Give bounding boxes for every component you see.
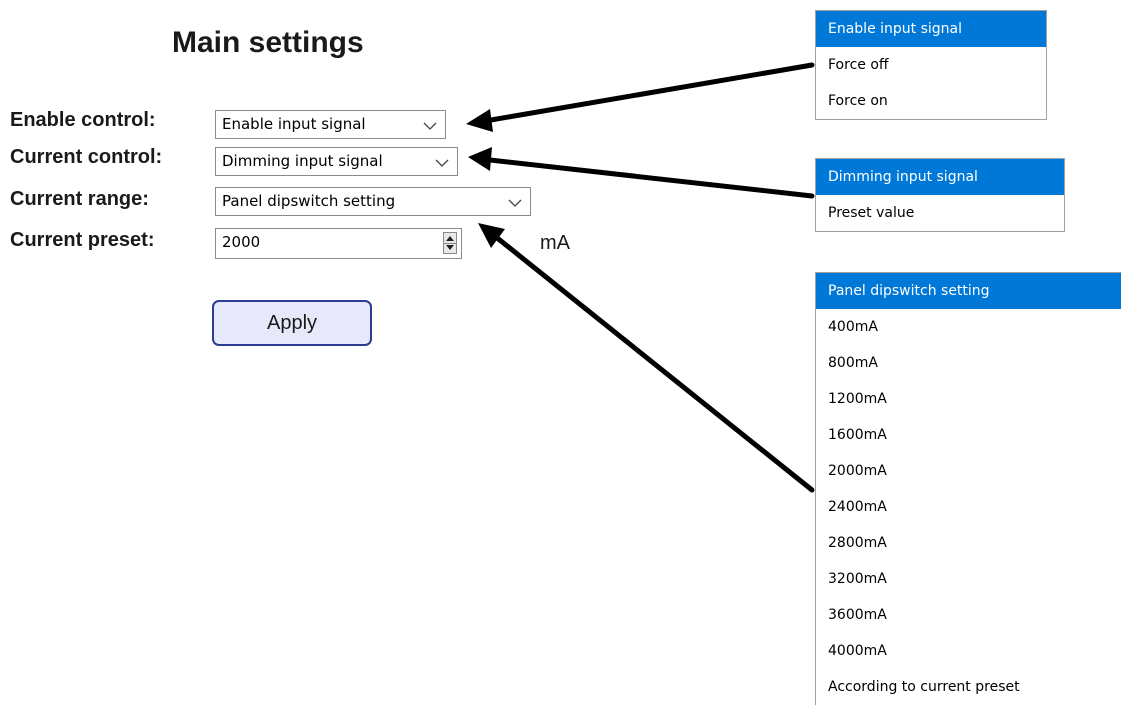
arrow-line-current-range bbox=[493, 234, 815, 493]
arrow-head-current-range bbox=[478, 223, 505, 248]
arrow-line-current-control bbox=[487, 157, 815, 199]
arrow-line-enable bbox=[482, 62, 815, 124]
annotation-arrows bbox=[466, 62, 815, 493]
arrow-head-enable bbox=[466, 109, 493, 132]
arrow-head-current-control bbox=[468, 147, 492, 171]
